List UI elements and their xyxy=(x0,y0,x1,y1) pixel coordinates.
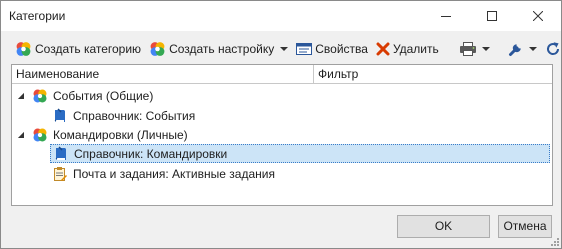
tree-header: Наименование Фильтр xyxy=(12,65,552,84)
title-bar: Категории xyxy=(1,1,561,31)
delete-button[interactable]: Удалить xyxy=(374,38,441,60)
tree-node-selected[interactable]: Справочник: Командировки xyxy=(50,144,550,163)
close-icon xyxy=(533,11,543,21)
column-header-name[interactable]: Наименование xyxy=(12,65,314,83)
maximize-button[interactable] xyxy=(469,1,515,31)
print-button[interactable] xyxy=(457,38,494,60)
category-icon xyxy=(32,88,48,104)
category-icon xyxy=(150,42,165,56)
categories-tree[interactable]: Наименование Фильтр ◢ События (Общие) Сп… xyxy=(11,64,553,206)
cancel-button[interactable]: Отмена xyxy=(498,215,552,238)
minimize-icon xyxy=(441,16,451,17)
book-icon xyxy=(52,107,68,124)
properties-button[interactable]: Свойства xyxy=(294,38,370,60)
tree-node-label: Справочник: События xyxy=(73,108,196,123)
properties-label: Свойства xyxy=(315,42,368,56)
resize-grip-icon[interactable] xyxy=(550,237,560,247)
category-icon xyxy=(32,127,48,143)
chevron-down-icon xyxy=(280,47,289,51)
categories-dialog: Категории Создать категорию Создать наст… xyxy=(0,0,562,249)
tree-node-label: Справочник: Командировки xyxy=(74,146,228,161)
refresh-button[interactable] xyxy=(543,38,562,60)
create-setting-label: Создать настройку xyxy=(169,42,275,56)
tree-node-label: Почта и задания: Активные задания xyxy=(73,166,275,181)
expander-icon[interactable]: ◢ xyxy=(16,91,26,100)
tree-node[interactable]: ◢ События (Общие) xyxy=(16,86,153,105)
refresh-icon xyxy=(546,42,559,55)
toolbar: Создать категорию Создать настройку Свой… xyxy=(1,38,561,60)
expander-icon[interactable]: ◢ xyxy=(16,130,26,139)
tree-node[interactable]: Справочник: События xyxy=(52,106,195,125)
wrench-icon xyxy=(508,44,521,56)
window-controls xyxy=(423,1,561,31)
close-button[interactable] xyxy=(515,1,561,31)
chevron-down-icon xyxy=(481,47,490,51)
tasks-icon xyxy=(52,166,68,182)
create-category-button[interactable]: Создать категорию xyxy=(13,38,143,60)
settings-button[interactable] xyxy=(506,38,541,60)
tree-node[interactable]: Почта и задания: Активные задания xyxy=(52,164,275,183)
book-icon xyxy=(53,145,69,162)
create-setting-button[interactable]: Создать настройку xyxy=(147,38,292,60)
delete-icon xyxy=(376,42,390,56)
properties-icon xyxy=(296,43,313,55)
tree-node-label: События (Общие) xyxy=(53,88,154,103)
delete-label: Удалить xyxy=(392,42,439,56)
tree-node-label: Командировки (Личные) xyxy=(53,127,188,142)
minimize-button[interactable] xyxy=(423,1,469,31)
ok-button[interactable]: OK xyxy=(397,215,490,238)
window-title: Категории xyxy=(9,9,66,23)
column-header-filter[interactable]: Фильтр xyxy=(314,65,552,83)
tree-node[interactable]: ◢ Командировки (Личные) xyxy=(16,125,188,144)
create-category-label: Создать категорию xyxy=(35,42,142,56)
category-icon xyxy=(16,42,31,56)
printer-icon xyxy=(459,42,476,56)
maximize-icon xyxy=(487,11,497,21)
chevron-down-icon xyxy=(528,47,537,51)
